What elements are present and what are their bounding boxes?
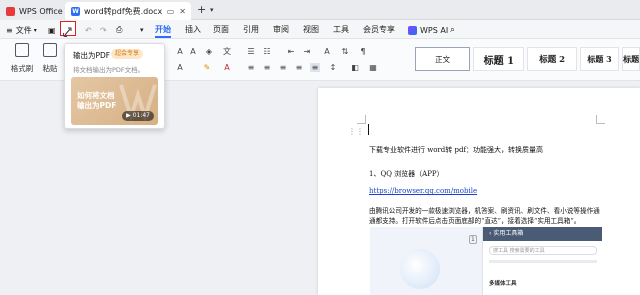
wps-ai-button[interactable]: WPS AI	[408, 23, 448, 37]
text-effect-icon[interactable]: A	[175, 63, 185, 72]
chinese-layout-icon[interactable]: A	[322, 47, 332, 56]
export-pdf-button[interactable]	[60, 21, 76, 38]
tab-view[interactable]: 视图	[303, 24, 319, 35]
font-size-decrease-icon[interactable]: A	[188, 47, 198, 56]
pinyin-icon[interactable]: 文	[222, 47, 232, 56]
doc-line-qq: 1、QQ 浏览器（APP）	[369, 170, 444, 178]
align-left-icon[interactable]: ≡	[246, 63, 256, 72]
paste-button[interactable]: 粘贴	[36, 43, 64, 74]
styles-gallery: 正文 标题 1 标题 2 标题 3 标题	[415, 47, 640, 71]
font-size-increase-icon[interactable]: A	[175, 47, 185, 56]
tab-insert[interactable]: 插入	[185, 24, 201, 35]
doc-link-qq[interactable]: https://browser.qq.com/mobile	[369, 187, 477, 195]
wps-ai-label: WPS AI	[420, 25, 449, 35]
paste-icon	[43, 43, 57, 57]
hamburger-icon: ≡	[6, 25, 13, 35]
tab-wps-label: WPS Office	[19, 6, 63, 16]
more-chevron-icon[interactable]: ▾	[140, 23, 144, 37]
style-heading-3[interactable]: 标题 3	[579, 47, 620, 71]
tab-member[interactable]: 会员专享	[363, 24, 395, 35]
indent-increase-icon[interactable]: ⇥	[302, 47, 312, 56]
align-center-icon[interactable]: ≡	[262, 63, 272, 72]
style-normal[interactable]: 正文	[415, 47, 471, 71]
format-painter-button[interactable]: 格式刷	[8, 43, 36, 74]
export-pdf-tooltip: 输出为PDF 超会专享 将文档输出为PDF文档。 如何将文档 输出为PDF ▶ …	[64, 43, 165, 129]
tooltip-description: 将文档输出为PDF文档。	[73, 66, 145, 74]
embed-step-badge: 1	[469, 235, 477, 244]
tab-document[interactable]: W word转pdf免费.docx ▭ ✕	[65, 2, 191, 20]
embed-search-field: 搜工具 搜索需要的工具	[489, 246, 597, 255]
redo-icon[interactable]: ↷	[100, 23, 107, 37]
tooltip-title: 输出为PDF	[73, 51, 111, 60]
font-color-icon[interactable]: A	[222, 63, 232, 72]
print-icon[interactable]: ⎙	[116, 23, 122, 37]
tab-references[interactable]: 引用	[243, 24, 259, 35]
tab-wps-office[interactable]: WPS Office	[0, 2, 64, 20]
embed-section-title: 多媒体工具	[489, 281, 517, 287]
embed-title-text: 实用工具箱	[493, 230, 524, 237]
search-icon[interactable]: ⌕	[450, 23, 455, 37]
embed-left-panel: 1	[370, 227, 482, 295]
drag-handle-icon[interactable]: ⋮⋮	[348, 127, 364, 136]
tab-page[interactable]: 页面	[213, 24, 229, 35]
member-badge: 超会专享	[111, 49, 144, 59]
wps-logo-icon	[6, 6, 15, 16]
tab-document-label: word转pdf免费.docx	[84, 6, 163, 16]
tab-tools[interactable]: 工具	[333, 24, 349, 35]
tab-list-chevron-icon[interactable]: ▾	[210, 6, 214, 14]
doc-para-line2: 通都支持。打开软件后点击页面底部的“直达”，接着选择“实用工具箱”。	[369, 217, 581, 225]
page-corner-mark	[357, 115, 366, 124]
justify-icon[interactable]: ≡	[294, 63, 304, 72]
doc-para-line1: 由腾讯公司开发的一款极速浏览器，机答案、刷资讯、刷文件、看小说等操作通	[369, 207, 600, 215]
format-painter-icon	[15, 43, 29, 57]
file-menu-button[interactable]: ≡ 文件 ▾	[6, 23, 37, 37]
sort-icon[interactable]: ⇅	[340, 47, 350, 56]
bullet-list-icon[interactable]: ☰	[246, 47, 256, 56]
tab-monitor-icon[interactable]: ▭	[167, 7, 175, 16]
paste-label: 粘贴	[42, 64, 58, 73]
undo-icon[interactable]: ↶	[85, 23, 92, 37]
highlight-color-icon[interactable]: ✎	[202, 63, 212, 72]
distributed-align-icon[interactable]: ≡	[310, 63, 320, 72]
embedded-screenshot[interactable]: 1 ‹ 实用工具箱 搜工具 搜索需要的工具 多媒体工具	[370, 227, 602, 295]
word-doc-icon: W	[71, 6, 80, 16]
style-heading-more[interactable]: 标题	[622, 47, 640, 71]
clear-format-icon[interactable]: ◈	[204, 47, 214, 56]
active-tab-indicator	[155, 36, 171, 38]
thumbnail-caption: 如何将文档 输出为PDF	[77, 91, 117, 110]
tutorial-video-thumbnail[interactable]: 如何将文档 输出为PDF ▶ 01:47	[71, 77, 158, 125]
align-right-icon[interactable]: ≡	[278, 63, 288, 72]
style-heading-1[interactable]: 标题 1	[473, 47, 525, 71]
save-icon[interactable]: ▣	[48, 23, 56, 37]
shading-icon[interactable]: ◧	[350, 63, 360, 72]
page-corner-mark	[596, 115, 605, 124]
new-tab-button[interactable]: +	[197, 3, 206, 16]
style-heading-2[interactable]: 标题 2	[527, 47, 577, 71]
tab-close-icon[interactable]: ✕	[179, 7, 186, 16]
file-menu-label: 文件	[15, 25, 32, 35]
tab-review[interactable]: 审阅	[273, 24, 289, 35]
line-spacing-icon[interactable]: ↕	[328, 63, 338, 72]
embed-toolbox-panel: ‹ 实用工具箱 搜工具 搜索需要的工具 多媒体工具	[482, 227, 602, 295]
doc-line-heading: 下载专业软件进行 word转 pdf：功能强大，转换质量高	[369, 146, 544, 154]
text-cursor	[368, 124, 369, 135]
rocket-illustration-icon	[400, 249, 440, 289]
show-marks-icon[interactable]: ¶	[358, 47, 368, 56]
format-painter-label: 格式刷	[10, 64, 34, 73]
embed-title: ‹ 实用工具箱	[483, 227, 602, 241]
tab-home[interactable]: 开始	[155, 24, 171, 35]
video-duration: ▶ 01:47	[122, 111, 154, 121]
borders-icon[interactable]: ▦	[368, 63, 378, 72]
numbered-list-icon[interactable]: ☷	[262, 47, 272, 56]
ai-logo-icon	[408, 25, 417, 35]
title-bar: WPS Office W word转pdf免费.docx ▭ ✕ + ▾	[0, 0, 640, 20]
embed-divider	[489, 260, 597, 263]
chevron-down-icon: ▾	[33, 26, 37, 34]
video-duration-text: 01:47	[132, 112, 150, 119]
menu-bar: ≡ 文件 ▾ ▣ ↶ ↷ ⎙ ▾ 开始 插入 页面 引用 审阅 视图 工具 会员…	[0, 20, 640, 39]
indent-decrease-icon[interactable]: ⇤	[286, 47, 296, 56]
export-pdf-icon	[62, 27, 72, 38]
